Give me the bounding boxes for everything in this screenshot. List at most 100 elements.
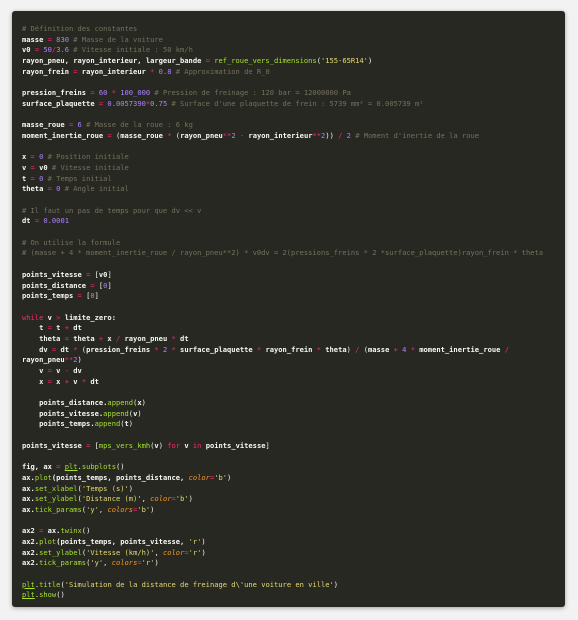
code-token: =	[103, 130, 116, 140]
code-token: # Définition des constantes	[22, 24, 138, 33]
code-token: t	[22, 323, 44, 333]
code-token: ax.	[47, 526, 61, 536]
code-token: )	[158, 440, 168, 450]
code-token: rayon_frein	[22, 66, 69, 76]
code-line: points_distance.append(x)	[22, 398, 543, 409]
code-line: t = 0 # Temps initial	[22, 174, 543, 185]
code-token: # Vitesse initiale	[47, 162, 129, 172]
code-token: +	[94, 333, 108, 343]
code-token: points_distance	[22, 280, 87, 290]
code-token: **	[312, 130, 322, 140]
code-line: pression_freins = 60 * 100_000 # Pressio…	[22, 88, 543, 99]
code-token: # Il faut un pas de temps pour que dv <<…	[22, 205, 202, 215]
code-token: 0.75	[150, 98, 168, 108]
code-token: plt	[22, 579, 35, 589]
code-token: subplots	[81, 462, 116, 472]
code-token: colors	[107, 504, 134, 514]
code-token: show	[39, 590, 57, 600]
code-line: while v > limite_zero:	[22, 313, 543, 324]
code-token: points_vitesse	[22, 269, 82, 279]
code-token: (points_temps, points_vitesse,	[56, 537, 189, 546]
code-token: 3.6	[56, 45, 69, 55]
code-line: # Il faut un pas de temps pour que dv <<…	[22, 206, 543, 217]
code-line: ax2.plot(points_temps, points_vitesse, '…	[22, 537, 543, 548]
code-token: -	[235, 130, 249, 140]
code-token: ]	[107, 280, 112, 290]
code-token: )	[188, 494, 193, 504]
code-token: =	[26, 173, 40, 183]
code-line: ax2.tick_params('y', colors='r')	[22, 558, 543, 569]
code-token: )	[367, 56, 373, 66]
code-token: 'y'	[86, 504, 99, 514]
code-token: =	[34, 526, 48, 536]
code-line: moment_inertie_roue = (masse_roue * (ray…	[22, 131, 543, 142]
code-token: -	[60, 366, 74, 375]
code-token: ,	[103, 558, 112, 568]
code-line: dt = 0.0001	[22, 216, 543, 227]
code-token: rayon_frein	[265, 344, 313, 354]
code-token: dv	[73, 366, 82, 375]
code-line: ax.set_ylabel('Distance (m)', color='b')	[22, 494, 543, 505]
code-block[interactable]: # Définition des constantes masse = 830 #…	[22, 24, 543, 601]
code-line: fig, ax = plt.subplots()	[22, 462, 543, 473]
code-token: '155-65R14'	[320, 56, 368, 66]
code-token: dv	[22, 344, 48, 354]
code-line: v0 = 50/3.6 # Vitesse initiale : 50 km/h	[22, 45, 543, 56]
code-token: ,	[141, 494, 151, 504]
code-token: v	[43, 312, 57, 322]
code-token: # Vitesse initiale : 50 km/h	[69, 45, 193, 55]
code-line: rayon_frein = rayon_interieur * 0.8 # Ap…	[22, 67, 543, 78]
code-token: *	[77, 376, 91, 386]
code-token: ax.	[22, 483, 35, 493]
code-token: =	[86, 88, 99, 98]
code-token: # (masse + 4 * moment_inertie_roue / ray…	[22, 248, 544, 258]
code-token: mps_vers_kmh	[98, 440, 151, 450]
code-token: ]	[94, 291, 99, 301]
code-token: 'Distance (m)'	[81, 494, 142, 504]
code-token: /	[111, 333, 125, 343]
code-token: **	[64, 355, 74, 365]
code-line: ax.tick_params('y', colors='b')	[22, 505, 543, 516]
code-token: =	[30, 216, 44, 226]
code-token: # Approximation de R_0	[171, 66, 270, 76]
code-token: 830	[56, 34, 69, 44]
code-token: rayon_interieur	[81, 66, 146, 76]
code-token: ,	[154, 547, 163, 557]
code-token: masse	[22, 34, 44, 44]
code-token: 0.0057390	[107, 98, 146, 108]
code-line: rayon_pneu**2)	[22, 355, 543, 366]
code-token: v0	[39, 162, 48, 172]
code-token: ax.	[22, 494, 35, 504]
code-token: =	[64, 120, 78, 130]
code-token: rayon_pneu	[22, 355, 65, 365]
code-token: *	[107, 88, 121, 98]
code-token: *	[68, 344, 82, 354]
code-token: *	[252, 344, 266, 354]
code-token: *	[167, 333, 181, 343]
code-token: 0.8	[158, 66, 172, 76]
code-token: dt	[90, 376, 99, 386]
code-token: dt	[60, 344, 69, 354]
code-token: )	[141, 398, 146, 408]
code-token: ]	[107, 269, 112, 279]
code-token: =	[86, 280, 99, 290]
code-token: =	[26, 162, 40, 172]
code-line: # Définition des constantes	[22, 24, 543, 35]
code-token: =	[73, 291, 87, 301]
code-token: dt	[22, 216, 31, 226]
code-token: # Surface d'une plaquette de frein : 573…	[167, 98, 424, 108]
code-token: colors	[111, 558, 138, 568]
code-token: =	[30, 45, 44, 55]
code-token: =	[68, 66, 82, 76]
code-token: points_distance.	[22, 398, 108, 408]
code-token: 'r'	[188, 547, 202, 557]
code-token: ))	[325, 130, 339, 140]
code-token: =	[43, 184, 57, 194]
code-token: twinx	[60, 526, 82, 536]
code-token: 2	[342, 130, 351, 140]
code-token: )	[346, 344, 356, 354]
code-token: masse_roue	[22, 120, 65, 130]
